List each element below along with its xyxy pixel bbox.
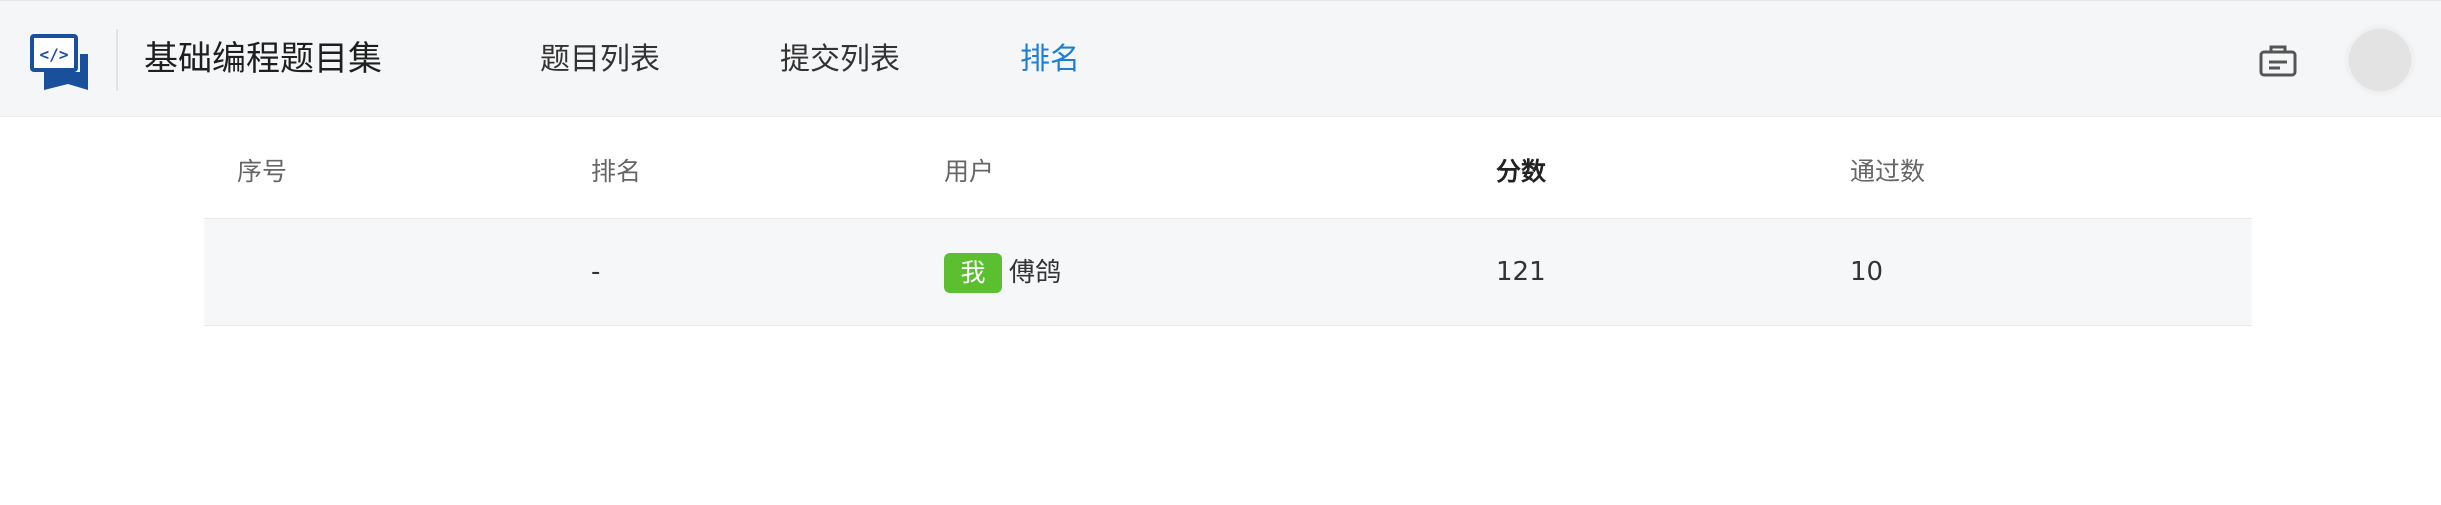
table-header: 序号 排名 用户 分数 通过数 xyxy=(204,132,2252,219)
app-title: 基础编程题目集 xyxy=(144,39,382,79)
me-badge: 我 xyxy=(944,252,1002,293)
nav-problem-list[interactable]: 题目列表 xyxy=(540,38,660,82)
cell-passed: 10 xyxy=(1850,257,1884,287)
cell-user: 我傅鸽 xyxy=(944,251,1061,294)
cell-score: 121 xyxy=(1496,257,1546,287)
top-navbar: </> 基础编程题目集 题目列表 提交列表 排名 xyxy=(0,0,2441,117)
nav-ranking[interactable]: 排名 xyxy=(1020,38,1080,82)
ranking-table: 序号 排名 用户 分数 通过数 - 我傅鸽 121 10 xyxy=(204,132,2252,326)
briefcase-icon[interactable] xyxy=(2258,44,2298,78)
table-row[interactable]: - 我傅鸽 121 10 xyxy=(204,219,2252,326)
user-avatar[interactable] xyxy=(2349,29,2411,91)
username[interactable]: 傅鸽 xyxy=(1009,258,1061,288)
column-user[interactable]: 用户 xyxy=(944,152,994,192)
column-passed[interactable]: 通过数 xyxy=(1850,152,1925,192)
code-logo-icon[interactable]: </> xyxy=(30,34,90,90)
svg-text:</>: </> xyxy=(40,45,69,64)
cell-rank: - xyxy=(591,257,601,287)
column-rank[interactable]: 排名 xyxy=(591,152,641,192)
header-divider xyxy=(116,29,118,91)
column-index[interactable]: 序号 xyxy=(237,152,287,192)
nav-submission-list[interactable]: 提交列表 xyxy=(780,38,900,82)
column-score[interactable]: 分数 xyxy=(1496,152,1546,192)
